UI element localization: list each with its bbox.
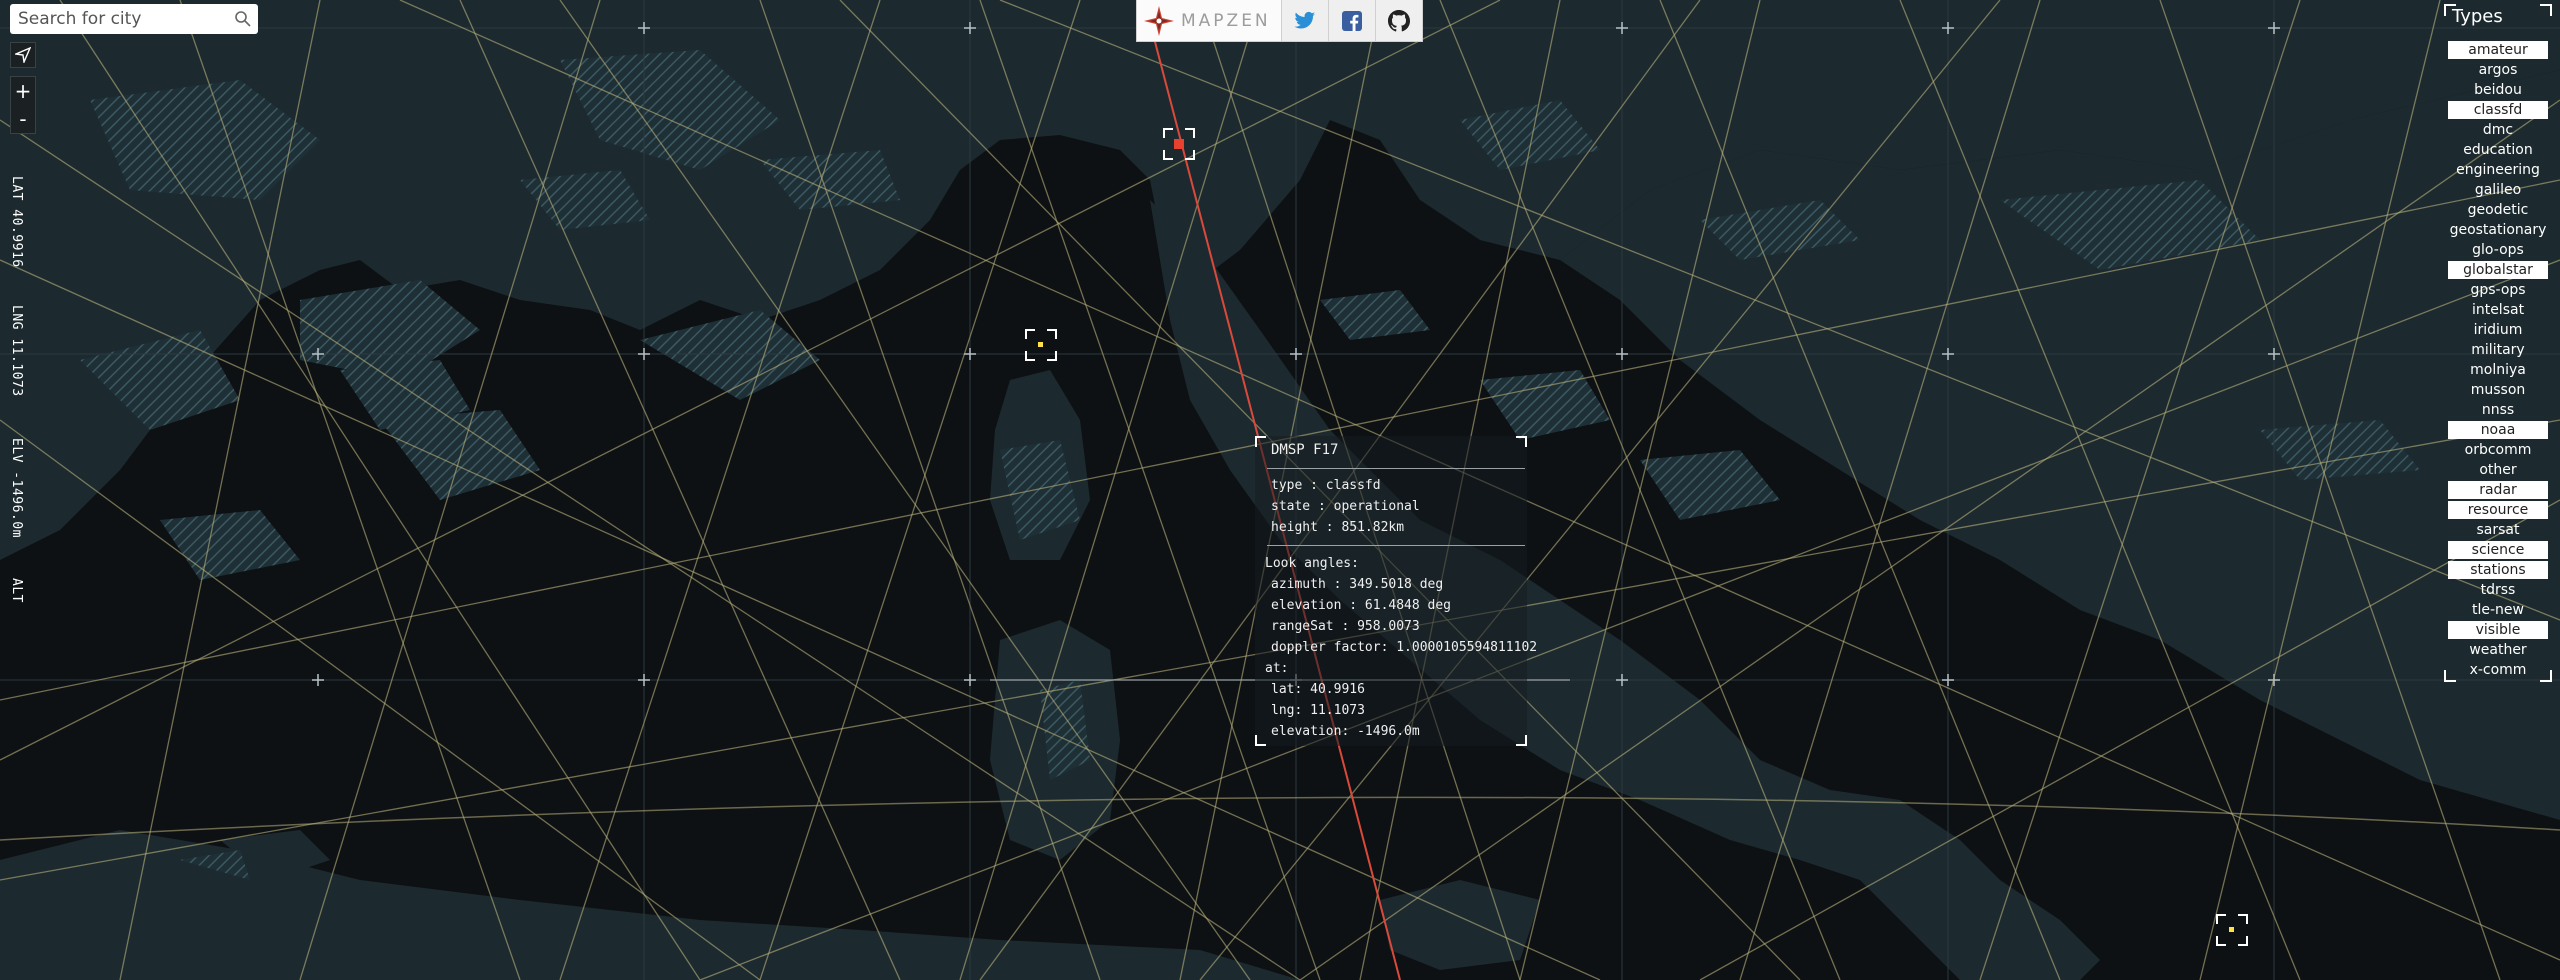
locate-button[interactable] — [10, 42, 36, 68]
type-filter-glo-ops[interactable]: glo-ops — [2448, 241, 2548, 259]
selected-satellite-marker[interactable] — [1163, 128, 1195, 160]
observer-lng: lng: 11.1073 — [1271, 703, 1365, 718]
search-box[interactable] — [10, 4, 258, 34]
type-filter-weather[interactable]: weather — [2448, 641, 2548, 659]
zoom-control: + - — [10, 76, 36, 134]
type-filter-iridium[interactable]: iridium — [2448, 321, 2548, 339]
type-filter-geodetic[interactable]: geodetic — [2448, 201, 2548, 219]
type-filter-argos[interactable]: argos — [2448, 61, 2548, 79]
type-filter-globalstar[interactable]: globalstar — [2448, 261, 2548, 279]
github-button[interactable] — [1375, 0, 1422, 41]
type-filter-radar[interactable]: radar — [2448, 481, 2548, 499]
type-filter-geostationary[interactable]: geostationary — [2448, 221, 2548, 239]
type-filter-musson[interactable]: musson — [2448, 381, 2548, 399]
look-angles-title: Look angles: — [1265, 556, 1359, 571]
type-filter-tle-new[interactable]: tle-new — [2448, 601, 2548, 619]
brand-name: MAPZEN — [1181, 10, 1271, 31]
look-range: rangeSat : 958.0073 — [1271, 619, 1420, 634]
type-filter-tdrss[interactable]: tdrss — [2448, 581, 2548, 599]
type-filter-resource[interactable]: resource — [2448, 501, 2548, 519]
zoom-out-button[interactable]: - — [11, 105, 35, 133]
land-sicily — [1380, 880, 1540, 970]
type-filter-galileo[interactable]: galileo — [2448, 181, 2548, 199]
observer-lat: lat: 40.9916 — [1271, 682, 1365, 697]
search-icon[interactable] — [234, 10, 252, 28]
zoom-in-button[interactable]: + — [11, 77, 35, 105]
type-filter-molniya[interactable]: molniya — [2448, 361, 2548, 379]
at-label: at: — [1265, 661, 1289, 676]
type-filter-nnss[interactable]: nnss — [2448, 401, 2548, 419]
latitude-readout: LAT 40.9916 — [9, 176, 24, 268]
longitude-readout: LNG 11.1073 — [9, 305, 24, 397]
type-filter-beidou[interactable]: beidou — [2448, 81, 2548, 99]
type-filter-gps-ops[interactable]: gps-ops — [2448, 281, 2548, 299]
look-doppler: doppler factor: 1.0000105594811102 — [1271, 640, 1538, 655]
elevation-readout: ELV -1496.0m — [9, 438, 24, 538]
observer-elevation: elevation: -1496.0m — [1271, 724, 1420, 739]
twitter-icon — [1294, 11, 1315, 29]
land-balkans — [1560, 70, 2560, 820]
satellite-marker[interactable] — [2216, 914, 2248, 946]
satellite-marker[interactable] — [1025, 329, 1057, 361]
locate-arrow-icon — [15, 47, 31, 63]
look-elevation: elevation : 61.4848 deg — [1271, 598, 1452, 613]
satellite-height: height : 851.82km — [1271, 520, 1405, 535]
mapzen-logo[interactable]: MAPZEN — [1137, 0, 1282, 41]
orbit-long-curve — [0, 796, 2560, 841]
satellite-state: state : operational — [1271, 499, 1420, 514]
satellite-type: type : classfd — [1271, 478, 1381, 493]
altitude-readout: ALT — [9, 578, 24, 603]
land-africa — [0, 830, 1300, 980]
type-filter-amateur[interactable]: amateur — [2448, 41, 2548, 59]
separator — [1267, 468, 1525, 469]
type-filter-military[interactable]: military — [2448, 341, 2548, 359]
types-title: Types — [2452, 6, 2503, 27]
type-filter-dmc[interactable]: dmc — [2448, 121, 2548, 139]
facebook-icon — [1341, 10, 1362, 31]
type-filter-orbcomm[interactable]: orbcomm — [2448, 441, 2548, 459]
type-filter-science[interactable]: science — [2448, 541, 2548, 559]
facebook-button[interactable] — [1328, 0, 1376, 41]
type-filter-stations[interactable]: stations — [2448, 561, 2548, 579]
top-bar: MAPZEN — [1136, 0, 1423, 42]
type-filter-sarsat[interactable]: sarsat — [2448, 521, 2548, 539]
types-panel: Types amateur argos beidou classfd dmc educat… — [2444, 4, 2552, 682]
type-filter-engineering[interactable]: engineering — [2448, 161, 2548, 179]
type-filter-noaa[interactable]: noaa — [2448, 421, 2548, 439]
twitter-button[interactable] — [1281, 0, 1329, 41]
satellite-info-panel: DMSP F17 type : classfd state : operatio… — [1255, 436, 1537, 746]
compass-logo-icon — [1144, 5, 1174, 36]
search-input[interactable] — [16, 5, 230, 33]
type-filter-intelsat[interactable]: intelsat — [2448, 301, 2548, 319]
types-list: amateur argos beidou classfd dmc education eng… — [2448, 41, 2548, 681]
github-icon — [1387, 9, 1410, 31]
type-filter-classfd[interactable]: classfd — [2448, 101, 2548, 119]
type-filter-x-comm[interactable]: x-comm — [2448, 661, 2548, 679]
satellite-name: DMSP F17 — [1271, 442, 1339, 458]
look-azimuth: azimuth : 349.5018 deg — [1271, 577, 1444, 592]
separator — [1267, 545, 1525, 546]
type-filter-other[interactable]: other — [2448, 461, 2548, 479]
type-filter-visible[interactable]: visible — [2448, 621, 2548, 639]
type-filter-education[interactable]: education — [2448, 141, 2548, 159]
